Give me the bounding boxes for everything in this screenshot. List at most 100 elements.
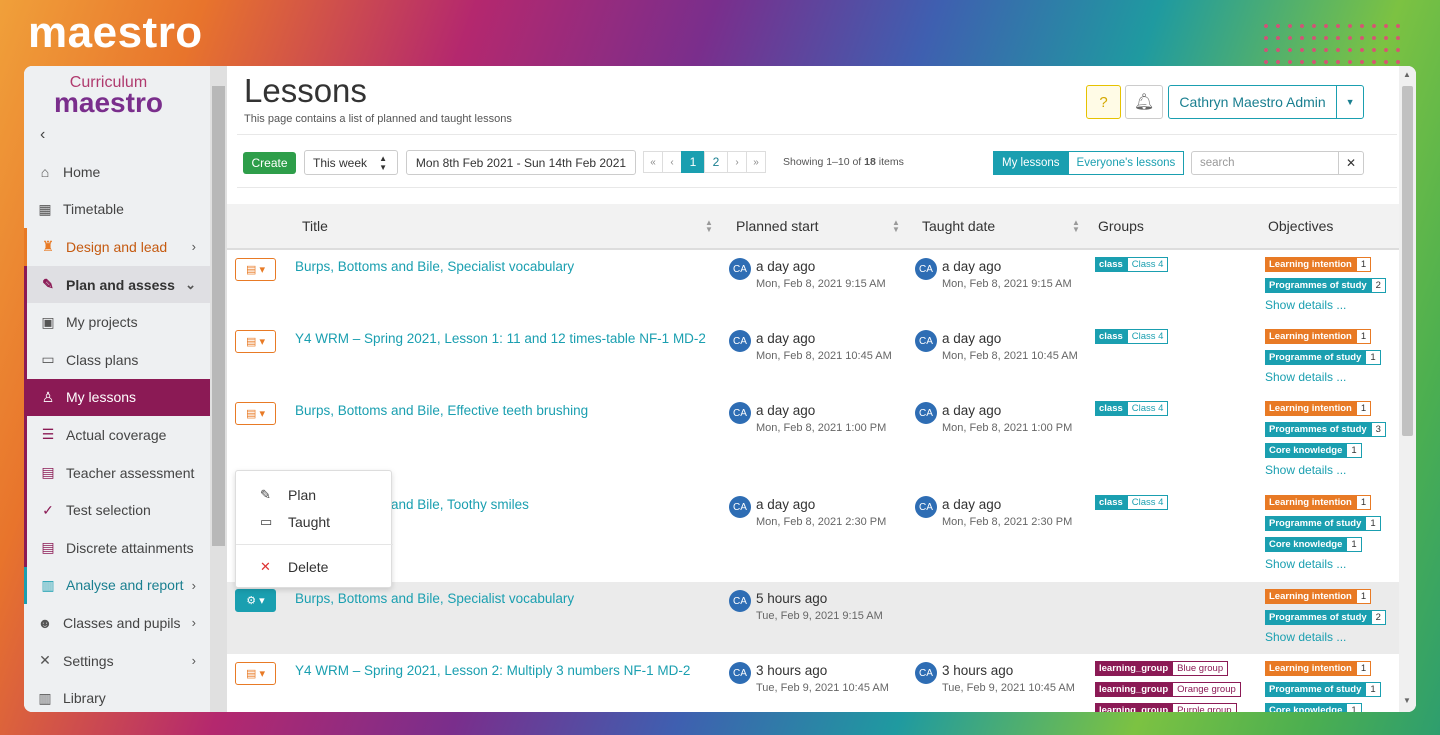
scroll-down-icon[interactable]: ▼ — [1403, 696, 1411, 705]
column-title[interactable]: Title — [302, 218, 328, 234]
show-details-link[interactable]: Show details ... — [1265, 557, 1346, 571]
check-icon: ✓ — [42, 501, 54, 518]
lesson-title-link[interactable]: and Bile, Toothy smiles — [391, 497, 529, 512]
show-details-link[interactable]: Show details ... — [1265, 463, 1346, 477]
last-page-button[interactable]: » — [746, 151, 766, 173]
lesson-title-link[interactable]: Y4 WRM – Spring 2021, Lesson 2: Multiply… — [295, 663, 690, 678]
chevron-right-icon: › — [191, 239, 196, 255]
sidebar-item-classes-and-pupils[interactable]: ☻ Classes and pupils › — [24, 604, 210, 642]
objective-tag: Programmes of study 2 — [1265, 610, 1386, 625]
sidebar: Curriculum maestro ‹ ⌂ Home ▦ Timetable ♜ D… — [24, 66, 210, 712]
library-icon: ▥ — [38, 689, 52, 706]
notifications-button[interactable]: 🔔︎ — [1125, 85, 1163, 119]
lesson-actions-button[interactable]: ▤ ▾ — [235, 330, 276, 353]
chevron-left-icon[interactable]: ‹ — [40, 126, 45, 144]
sort-icon[interactable]: ▲ ▼ — [1072, 219, 1080, 234]
clipboard-icon: ▤ ▾ — [246, 668, 265, 680]
edit-icon: ✎ — [260, 487, 271, 502]
sidebar-scroll-thumb[interactable] — [212, 86, 225, 546]
taught-ago: 3 hours ago — [942, 663, 1014, 678]
objective-tag: Core knowledge 1 — [1265, 537, 1362, 552]
lesson-actions-button[interactable]: ⚙ ▾ — [235, 589, 276, 612]
sidebar-item-test-selection[interactable]: ✓ Test selection — [24, 491, 210, 529]
sidebar-item-my-lessons[interactable]: ♙ My lessons — [24, 378, 210, 417]
help-button[interactable]: ? — [1086, 85, 1121, 119]
menu-item-taught[interactable]: ▭ Taught — [260, 514, 330, 530]
show-details-link[interactable]: Show details ... — [1265, 630, 1346, 644]
caret-down-icon[interactable]: ▼ — [1336, 86, 1363, 118]
sidebar-item-my-projects[interactable]: ▣ My projects — [24, 303, 210, 341]
lesson-title-link[interactable]: Burps, Bottoms and Bile, Effective teeth… — [295, 403, 588, 418]
main-scroll-thumb[interactable] — [1402, 86, 1413, 436]
avatar: CA — [729, 662, 751, 684]
chevron-right-icon: › — [191, 577, 196, 593]
main-content: Lessons This page contains a list of pla… — [227, 66, 1399, 712]
tools-icon: ✕ — [39, 652, 51, 669]
taught-ago: a day ago — [942, 331, 1002, 346]
sidebar-item-discrete-attainments[interactable]: ▤ Discrete attainments — [24, 528, 210, 567]
sidebar-item-class-plans[interactable]: ▭ Class plans — [24, 340, 210, 379]
sidebar-item-plan-and-assess[interactable]: ✎ Plan and assess ⌄ — [24, 265, 210, 304]
sort-icon[interactable]: ▲ ▼ — [892, 219, 900, 234]
table-row: ▤ ▾ Y4 WRM – Spring 2021, Lesson 1: 11 a… — [227, 322, 1399, 394]
objective-tag: Core knowledge 1 — [1265, 443, 1362, 458]
lesson-actions-button[interactable]: ▤ ▾ — [235, 402, 276, 425]
table-row: ⚙ ▾ Burps, Bottoms and Bile, Specialist … — [227, 582, 1399, 654]
lesson-title-link[interactable]: Burps, Bottoms and Bile, Specialist voca… — [295, 259, 574, 274]
objective-tag: Learning intention 1 — [1265, 589, 1372, 604]
search-input[interactable]: search — [1191, 151, 1339, 175]
sidebar-item-settings[interactable]: ✕ Settings › — [24, 642, 210, 680]
everyones-lessons-tab[interactable]: Everyone's lessons — [1068, 151, 1185, 175]
menu-divider — [236, 544, 393, 545]
scroll-up-icon[interactable]: ▲ — [1403, 70, 1411, 79]
user-name[interactable]: Cathryn Maestro Admin — [1169, 94, 1336, 110]
create-button[interactable]: Create — [243, 152, 296, 174]
prev-page-button[interactable]: ‹ — [662, 151, 682, 173]
menu-item-plan[interactable]: ✎ Plan — [260, 487, 316, 503]
chevron-right-icon: › — [191, 653, 196, 669]
objective-tag: Learning intention 1 — [1265, 329, 1372, 344]
show-details-link[interactable]: Show details ... — [1265, 370, 1346, 384]
table-row: ▤ ▾ Burps, Bottoms and Bile, Specialist … — [227, 250, 1399, 322]
clear-search-button[interactable]: ✕ — [1338, 151, 1364, 175]
objective-tag: Programmes of study 3 — [1265, 422, 1386, 437]
main-scrollbar[interactable]: ▲ ▼ — [1399, 66, 1416, 712]
page-subtitle: This page contains a list of planned and… — [244, 113, 512, 125]
planned-datetime: Mon, Feb 8, 2021 1:00 PM — [756, 422, 887, 434]
sidebar-item-library[interactable]: ▥ Library — [24, 679, 210, 712]
table-row: ▤ ▾ Y4 WRM – Spring 2021, Lesson 2: Mult… — [227, 654, 1399, 712]
sidebar-item-teacher-assessment[interactable]: ▤ Teacher assessment — [24, 453, 210, 492]
lesson-title-link[interactable]: Y4 WRM – Spring 2021, Lesson 1: 11 and 1… — [295, 331, 706, 346]
page-1-button[interactable]: 1 — [681, 151, 705, 173]
sidebar-item-home[interactable]: ⌂ Home — [24, 153, 210, 191]
sort-icon[interactable]: ▲ ▼ — [705, 219, 713, 234]
show-details-link[interactable]: Show details ... — [1265, 298, 1346, 312]
lesson-actions-menu: ✎ Plan ▭ Taught ✕ Delete — [235, 470, 393, 588]
curriculum-maestro-logo[interactable]: Curriculum maestro — [54, 74, 163, 117]
lesson-actions-button[interactable]: ▤ ▾ — [235, 662, 276, 685]
menu-item-delete[interactable]: ✕ Delete — [260, 559, 328, 575]
sidebar-scrollbar[interactable] — [210, 66, 227, 712]
avatar: CA — [915, 402, 937, 424]
column-taught-date[interactable]: Taught date — [922, 218, 995, 234]
date-range-input[interactable]: Mon 8th Feb 2021 - Sun 14th Feb 2021 — [406, 150, 636, 175]
objective-tag: Core knowledge 1 — [1265, 703, 1362, 712]
group-tag: learning_group Blue group — [1095, 661, 1229, 676]
sidebar-item-design-and-lead[interactable]: ♜ Design and lead › — [24, 228, 210, 266]
sidebar-item-timetable[interactable]: ▦ Timetable — [24, 191, 210, 229]
lesson-actions-button[interactable]: ▤ ▾ — [235, 258, 276, 281]
sidebar-item-actual-coverage[interactable]: ☰ Actual coverage — [24, 416, 210, 454]
user-menu[interactable]: Cathryn Maestro Admin ▼ — [1168, 85, 1364, 119]
select-arrows-icon: ▲ ▼ — [379, 153, 387, 172]
page-2-button[interactable]: 2 — [704, 151, 728, 173]
objective-tag: Learning intention 1 — [1265, 257, 1372, 272]
first-page-button[interactable]: « — [643, 151, 663, 173]
taught-datetime: Tue, Feb 9, 2021 10:45 AM — [942, 682, 1075, 694]
period-select[interactable]: This week ▲ ▼ — [304, 150, 398, 175]
my-lessons-tab[interactable]: My lessons — [993, 151, 1069, 175]
column-planned-start[interactable]: Planned start — [736, 218, 819, 234]
sidebar-item-analyse-and-report[interactable]: ▥ Analyse and report › — [24, 566, 210, 605]
lesson-title-link[interactable]: Burps, Bottoms and Bile, Specialist voca… — [295, 591, 574, 606]
table-row: and Bile, Toothy smiles CA a day ago Mon… — [227, 488, 1399, 582]
next-page-button[interactable]: › — [727, 151, 747, 173]
